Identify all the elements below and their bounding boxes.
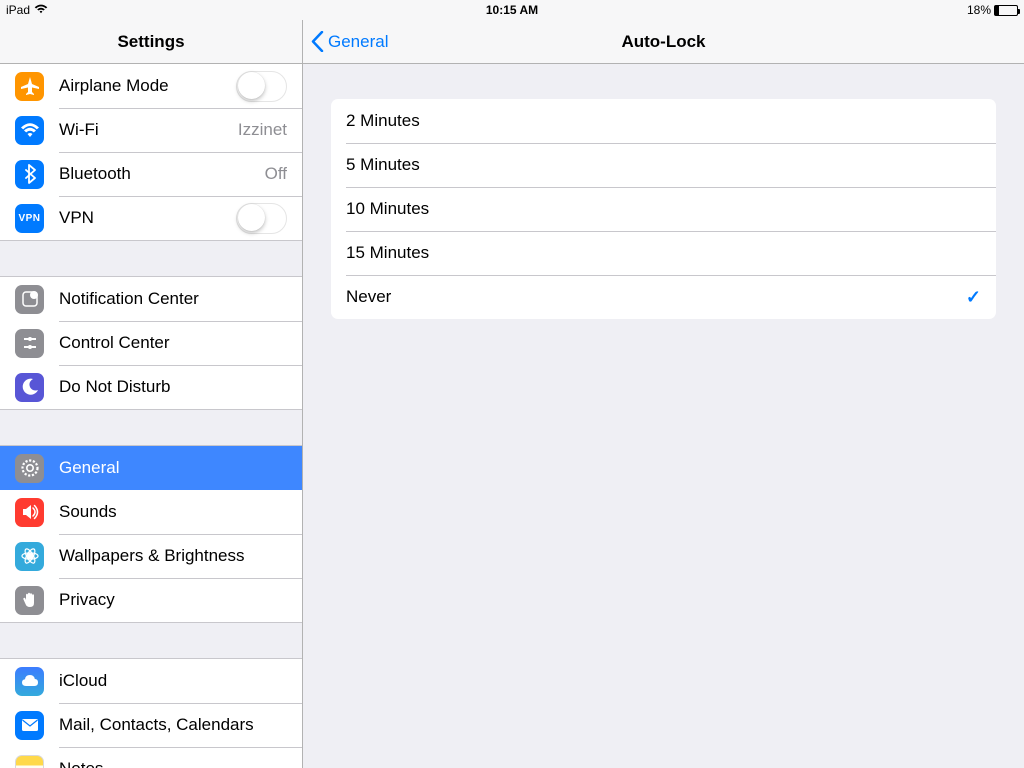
sidebar-item-wallpapers[interactable]: Wallpapers & Brightness: [0, 534, 302, 578]
auto-lock-option-label: 10 Minutes: [346, 199, 429, 219]
sidebar-item-label: Mail, Contacts, Calendars: [59, 715, 287, 735]
airplane-icon: [15, 72, 44, 101]
airplane-mode-toggle[interactable]: [236, 71, 287, 102]
vpn-icon: VPN: [15, 204, 44, 233]
battery-level: [995, 6, 999, 15]
sidebar-item-value: Izzinet: [238, 120, 287, 140]
hand-icon: [15, 586, 44, 615]
device-label: iPad: [6, 3, 30, 17]
auto-lock-options-group: 2 Minutes 5 Minutes 10 Minutes 15 Minutes Ne…: [331, 99, 996, 319]
vpn-toggle[interactable]: [236, 203, 287, 234]
sidebar-item-icloud[interactable]: iCloud: [0, 659, 302, 703]
status-time: 10:15 AM: [486, 3, 538, 17]
cloud-icon: [15, 667, 44, 696]
checkmark-icon: ✓: [966, 287, 981, 308]
auto-lock-option-label: Never: [346, 287, 391, 307]
sidebar-item-label: Bluetooth: [59, 164, 265, 184]
back-button-label: General: [328, 32, 388, 52]
sidebar-item-label: Wallpapers & Brightness: [59, 546, 287, 566]
sidebar-item-vpn[interactable]: VPN VPN: [0, 196, 302, 240]
wifi-status-icon: [34, 3, 48, 18]
speaker-icon: [15, 498, 44, 527]
sidebar-item-label: Do Not Disturb: [59, 377, 287, 397]
wifi-icon: [15, 116, 44, 145]
sidebar-title: Settings: [117, 32, 184, 52]
sidebar-item-airplane-mode[interactable]: Airplane Mode: [0, 64, 302, 108]
control-center-icon: [15, 329, 44, 358]
auto-lock-option[interactable]: Never ✓: [331, 275, 996, 319]
sidebar-item-sounds[interactable]: Sounds: [0, 490, 302, 534]
moon-icon: [15, 373, 44, 402]
back-button[interactable]: General: [311, 31, 388, 52]
bluetooth-icon: [15, 160, 44, 189]
auto-lock-option[interactable]: 10 Minutes: [331, 187, 996, 231]
sidebar-nav-bar: Settings: [0, 20, 303, 64]
auto-lock-option[interactable]: 15 Minutes: [331, 231, 996, 275]
sidebar-item-label: Sounds: [59, 502, 287, 522]
chevron-left-icon: [311, 31, 324, 52]
sidebar-item-do-not-disturb[interactable]: Do Not Disturb: [0, 365, 302, 409]
mail-icon: [15, 711, 44, 740]
sidebar-item-value: Off: [265, 164, 287, 184]
sidebar-item-general[interactable]: General: [0, 446, 302, 490]
auto-lock-option-label: 5 Minutes: [346, 155, 420, 175]
sidebar-item-label: Airplane Mode: [59, 76, 236, 96]
auto-lock-option-label: 15 Minutes: [346, 243, 429, 263]
sidebar-item-notes[interactable]: Notes: [0, 747, 302, 768]
detail-nav-bar: General Auto-Lock: [303, 20, 1024, 64]
sidebar-item-notification-center[interactable]: Notification Center: [0, 277, 302, 321]
sidebar-item-control-center[interactable]: Control Center: [0, 321, 302, 365]
sidebar-item-label: Control Center: [59, 333, 287, 353]
battery-percent: 18%: [967, 3, 991, 17]
notification-icon: [15, 285, 44, 314]
auto-lock-option[interactable]: 2 Minutes: [331, 99, 996, 143]
sidebar-item-label: General: [59, 458, 287, 478]
status-bar: iPad 10:15 AM 18%: [0, 0, 1024, 20]
sidebar-item-label: VPN: [59, 208, 236, 228]
auto-lock-detail: 2 Minutes 5 Minutes 10 Minutes 15 Minutes Ne…: [303, 64, 1024, 768]
auto-lock-option-label: 2 Minutes: [346, 111, 420, 131]
sidebar-item-mail[interactable]: Mail, Contacts, Calendars: [0, 703, 302, 747]
auto-lock-option[interactable]: 5 Minutes: [331, 143, 996, 187]
sidebar-item-label: Privacy: [59, 590, 287, 610]
sidebar-item-label: Notification Center: [59, 289, 287, 309]
notes-icon: [15, 755, 44, 768]
sidebar-item-label: Notes: [59, 759, 287, 768]
sidebar-item-label: iCloud: [59, 671, 287, 691]
battery-indicator: 18%: [967, 3, 1018, 17]
sidebar-item-privacy[interactable]: Privacy: [0, 578, 302, 622]
detail-title: Auto-Lock: [621, 32, 705, 52]
gear-icon: [15, 454, 44, 483]
sidebar-item-bluetooth[interactable]: BluetoothOff: [0, 152, 302, 196]
wallpaper-icon: [15, 542, 44, 571]
sidebar-item-wifi[interactable]: Wi-FiIzzinet: [0, 108, 302, 152]
settings-sidebar: Airplane ModeWi-FiIzzinetBluetoothOffVPN…: [0, 64, 303, 768]
sidebar-item-label: Wi-Fi: [59, 120, 238, 140]
